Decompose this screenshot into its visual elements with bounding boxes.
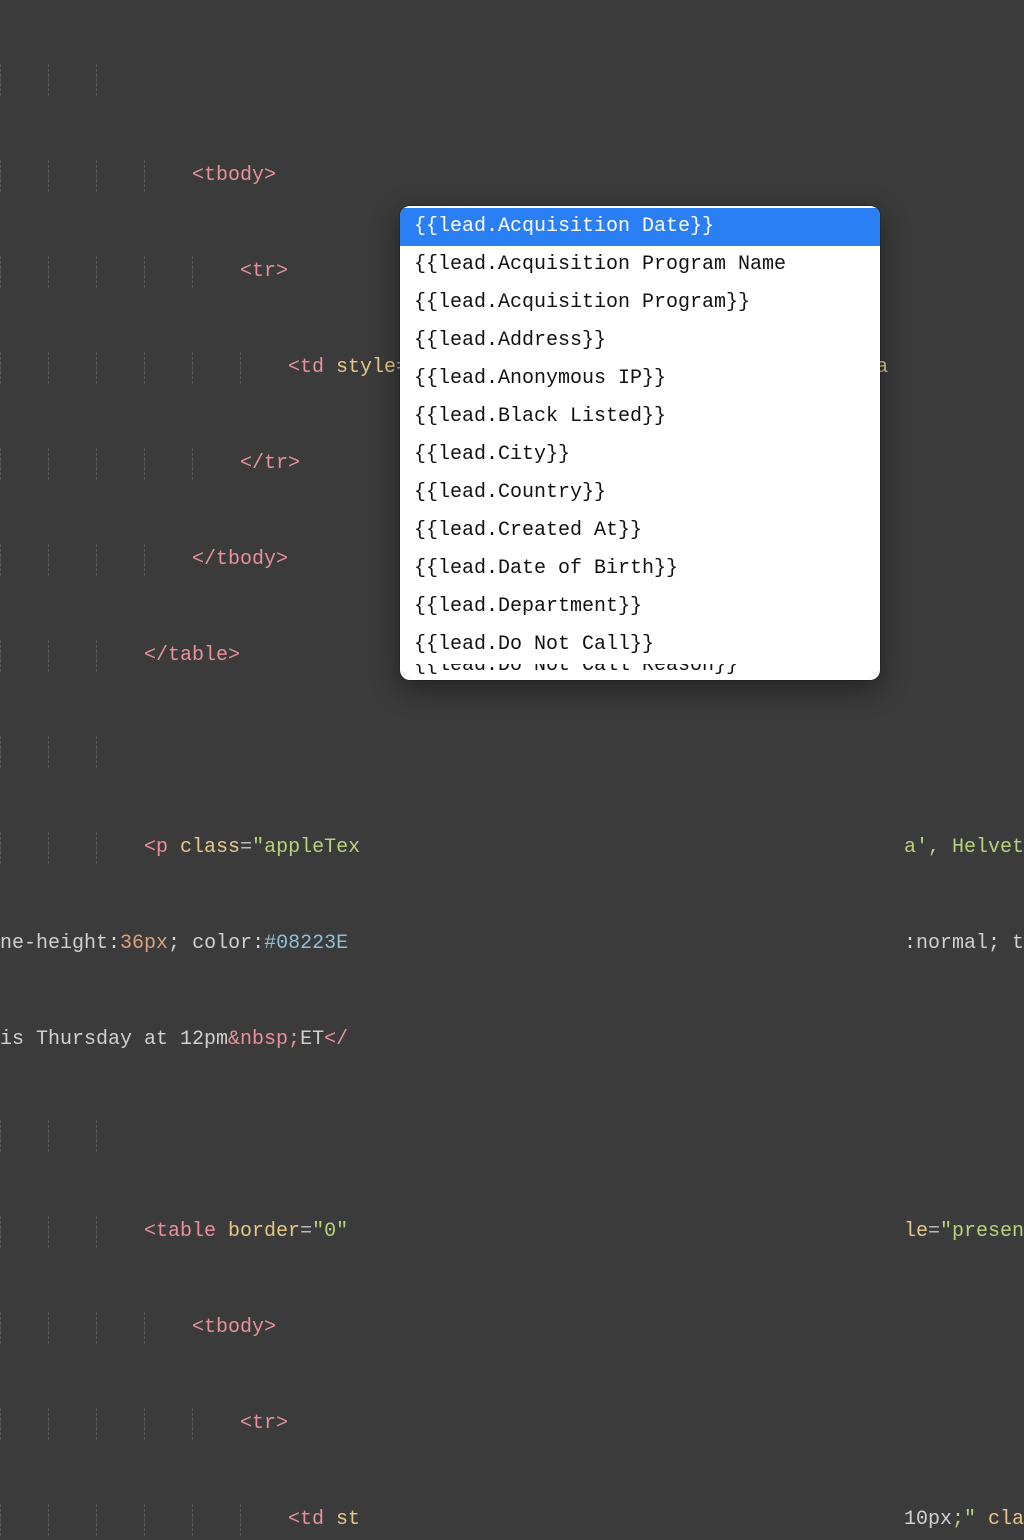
text-thursday: is Thursday at 12pm (0, 1028, 228, 1051)
attr-value-presen: "presen (940, 1220, 1024, 1243)
tag-tr2: tr (252, 1412, 276, 1435)
autocomplete-item[interactable]: {{lead.Acquisition Program Name (400, 246, 880, 284)
autocomplete-item[interactable]: {{lead.Anonymous IP}} (400, 360, 880, 398)
autocomplete-item[interactable]: {{lead.City}} (400, 436, 880, 474)
attr-class: class (180, 836, 240, 859)
tag-tbody2: tbody (204, 1316, 264, 1339)
css-hex: #08223E (264, 932, 348, 955)
close-tr: tr (264, 452, 288, 475)
css-value-36px: 36px (120, 932, 168, 955)
css-prop-color: color: (192, 932, 264, 955)
css-fragment-right: :normal; t (904, 932, 1024, 955)
attr-le-cut: le (904, 1220, 928, 1243)
text-font-stack: a', Helvet (904, 836, 1024, 859)
close-table: table (168, 644, 228, 667)
autocomplete-item[interactable]: {{lead.Do Not Call}} (400, 626, 880, 664)
autocomplete-item[interactable]: {{lead.Address}} (400, 322, 880, 360)
autocomplete-popup[interactable]: {{lead.Acquisition Date}} {{lead.Acquisi… (400, 206, 880, 680)
autocomplete-item[interactable]: {{lead.Black Listed}} (400, 398, 880, 436)
entity-nbsp: &nbsp; (228, 1028, 300, 1051)
autocomplete-item[interactable]: {{lead.Acquisition Program}} (400, 284, 880, 322)
tag-table2: table (156, 1220, 216, 1243)
autocomplete-item[interactable]: {{lead.Date of Birth}} (400, 550, 880, 588)
autocomplete-item[interactable]: {{lead.Country}} (400, 474, 880, 512)
tag-tbody: tbody (204, 164, 264, 187)
autocomplete-item[interactable]: {{lead.Do Not Call Reason}} (400, 664, 880, 678)
autocomplete-item[interactable]: {{lead.Acquisition Date}} (400, 208, 880, 246)
autocomplete-item[interactable]: {{lead.Created At}} (400, 512, 880, 550)
attr-cla-cut2: cla (988, 1508, 1024, 1531)
tag-td: td (300, 356, 324, 379)
autocomplete-item[interactable]: {{lead.Department}} (400, 588, 880, 626)
css-value-10px: 10px (904, 1508, 952, 1531)
tag-p: p (156, 836, 168, 859)
tag-tr: tr (252, 260, 276, 283)
attr-style: style (336, 356, 396, 379)
close-tbody: tbody (216, 548, 276, 571)
text-et: ET (300, 1028, 324, 1051)
attr-st-cut: st (336, 1508, 360, 1531)
css-fragment-left: ne-height: (0, 932, 120, 955)
attr-value-class: "appleTex (252, 836, 360, 859)
tag-td2: td (300, 1508, 324, 1531)
attr-value-border: "0" (312, 1220, 348, 1243)
attr-border: border (228, 1220, 300, 1243)
